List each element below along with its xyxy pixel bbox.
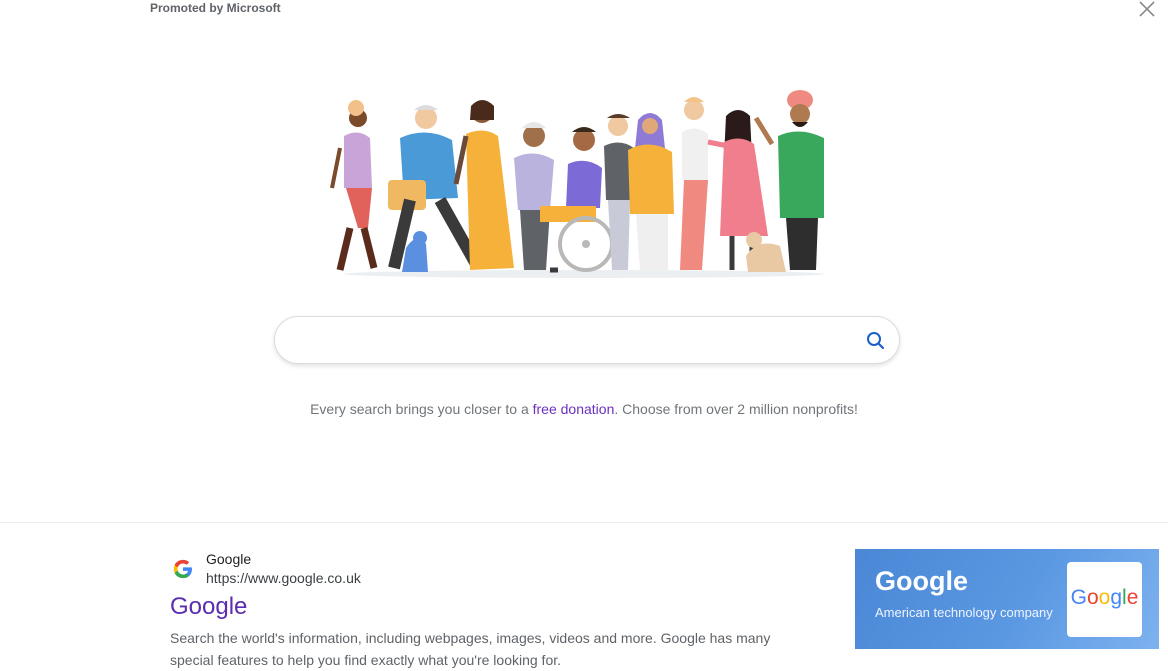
close-button[interactable] [1136,0,1158,20]
section-divider [0,522,1168,523]
tagline-suffix: . Choose from over 2 million nonprofits! [614,401,858,417]
logo-letter: o [1098,586,1111,609]
person-4 [514,122,554,270]
search-icon [867,332,885,350]
google-logo-thumbnail: Google [1067,562,1142,637]
logo-letter: o [1086,586,1099,609]
google-wordmark: Google [1067,586,1142,610]
google-g-icon [173,559,192,579]
result-site-name: Google [206,551,252,567]
tagline-prefix: Every search brings you closer to a [310,401,533,417]
result-title-link[interactable]: Google [170,593,247,621]
search-input[interactable] [297,325,861,357]
donation-tagline: Every search brings you closer to a free… [0,401,1168,417]
result-description: Search the world's information, includin… [170,630,771,668]
logo-letter: e [1126,586,1139,609]
free-donation-link[interactable]: free donation [533,401,615,417]
search-button[interactable] [862,327,890,355]
people-illustration [330,90,824,278]
person-8 [680,97,708,270]
search-box[interactable] [274,316,900,364]
promoted-label: Promoted by Microsoft [150,1,281,15]
person-7 [628,113,674,270]
logo-letter: G [1070,586,1087,609]
knowledge-card-title: Google [875,566,968,596]
knowledge-card[interactable]: Google American technology company Googl… [855,549,1159,649]
result-url[interactable]: https://www.google.co.uk [206,570,361,586]
dog-2 [746,232,786,272]
knowledge-card-subtitle: American technology company [875,605,1053,620]
close-icon [1139,1,1155,17]
person-1 [330,100,378,271]
person-2 [388,105,482,270]
logo-letter: g [1110,586,1123,609]
person-10 [753,90,824,270]
